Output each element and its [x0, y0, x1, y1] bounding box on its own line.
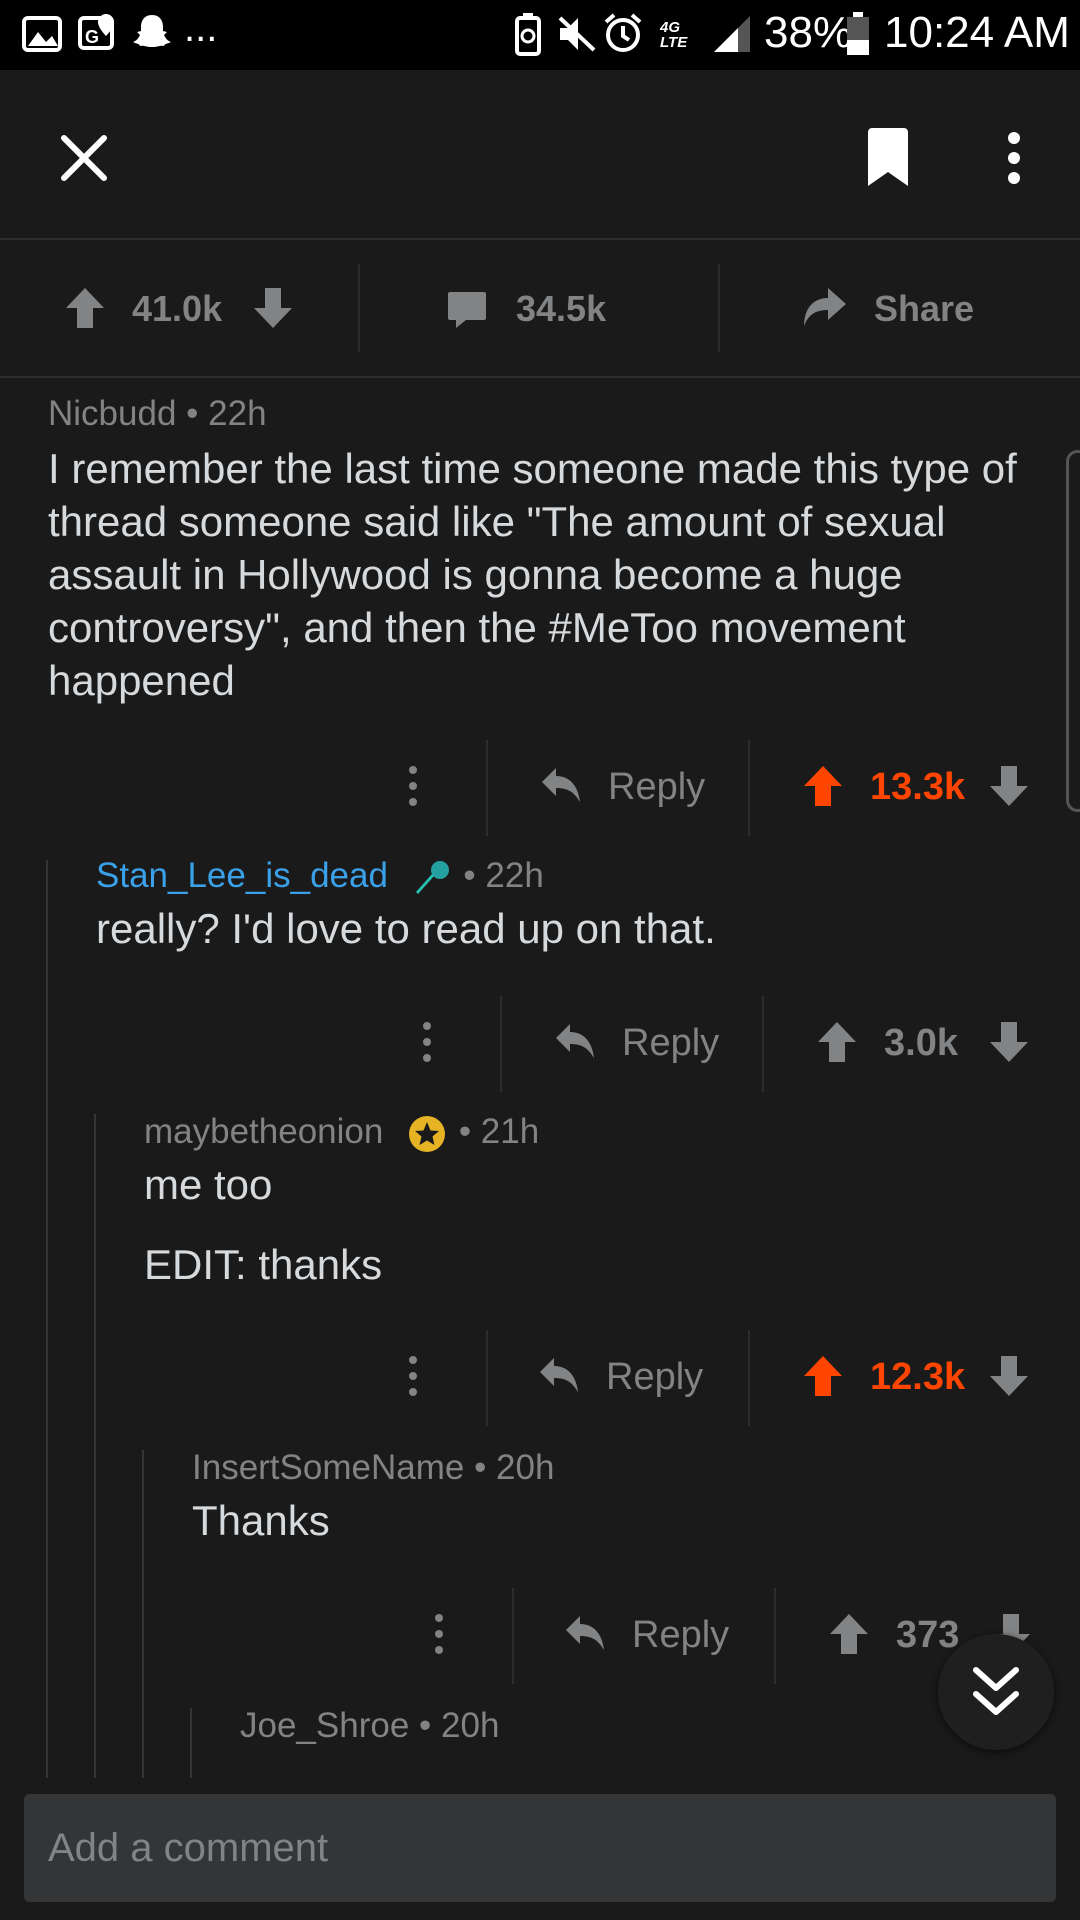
- upvote-icon[interactable]: [816, 1020, 858, 1064]
- comment-action-bar: Reply 13.3k: [0, 740, 1080, 836]
- comment-thread: Nicbudd • 22h I remember the last time s…: [0, 378, 1080, 1778]
- comment-author[interactable]: Joe_Shroe: [240, 1706, 409, 1745]
- comment-action-bar: Reply 373: [0, 1588, 1080, 1684]
- bookmark-icon[interactable]: [864, 126, 912, 188]
- comment-time: • 20h: [419, 1706, 500, 1745]
- comment-score: 373: [896, 1614, 960, 1656]
- battery-percent: 38%: [764, 8, 853, 57]
- comment-author[interactable]: Stan_Lee_is_dead: [96, 856, 388, 895]
- scrollbar[interactable]: [1066, 450, 1080, 812]
- reply-button[interactable]: Reply: [632, 1614, 729, 1657]
- close-icon[interactable]: [60, 134, 108, 182]
- comment-score: 3.0k: [884, 1022, 958, 1064]
- share-label[interactable]: Share: [874, 288, 974, 330]
- comment-body: really? I'd love to read up on that.: [96, 905, 716, 952]
- downvote-icon[interactable]: [988, 1020, 1030, 1064]
- divider: [358, 264, 360, 352]
- divider: [486, 740, 488, 836]
- upvote-icon[interactable]: [802, 764, 844, 808]
- svg-text:G: G: [85, 27, 99, 47]
- comment-body: Thanks: [192, 1497, 330, 1544]
- snapchat-icon: [133, 15, 171, 47]
- comment-time: • 20h: [474, 1448, 555, 1487]
- more-options-icon[interactable]: [408, 764, 418, 808]
- mute-icon: [558, 16, 596, 52]
- post-header: [0, 70, 1080, 240]
- comment-meta: Nicbudd • 22h: [48, 394, 267, 434]
- alarm-icon: [604, 13, 642, 52]
- star-flair-icon: [409, 1115, 446, 1152]
- share-icon[interactable]: [800, 286, 848, 330]
- comment-action-bar: Reply 12.3k: [0, 1330, 1080, 1426]
- downvote-icon[interactable]: [988, 764, 1030, 808]
- comment-composer: [0, 1778, 1080, 1920]
- thread-line: [190, 1708, 192, 1778]
- comment-meta: maybetheonion • 21h: [144, 1112, 539, 1154]
- clock: 10:24 AM: [884, 8, 1070, 57]
- signal-icon: [714, 16, 750, 52]
- more-vertical-icon[interactable]: [1004, 130, 1024, 186]
- comment-count[interactable]: 34.5k: [516, 288, 606, 330]
- upvote-icon[interactable]: [64, 286, 106, 330]
- reply-button[interactable]: Reply: [606, 1356, 703, 1399]
- gallery-icon: [22, 16, 62, 52]
- maps-icon: G: [78, 14, 114, 50]
- divider: [718, 264, 720, 352]
- comment-time: • 21h: [458, 1112, 540, 1151]
- upvote-icon[interactable]: [802, 1354, 844, 1398]
- comment-body: me too: [144, 1161, 273, 1208]
- network-type: 4G LTE: [660, 19, 688, 51]
- reply-icon[interactable]: [540, 766, 582, 804]
- status-more: ...: [184, 6, 218, 50]
- comment-meta: Stan_Lee_is_dead • 22h: [96, 856, 544, 898]
- status-bar: G ... 4G LTE 38% 10:24 AM: [0, 0, 1080, 70]
- add-comment-input[interactable]: [24, 1794, 1056, 1902]
- comment-score: 13.3k: [870, 766, 966, 808]
- comment-time: • 22h: [186, 394, 267, 433]
- battery-icon: [847, 12, 869, 55]
- comment-author[interactable]: InsertSomeName: [192, 1448, 464, 1487]
- comment-body: I remember the last time someone made th…: [48, 445, 1017, 704]
- comment-action-bar: Reply 3.0k: [0, 996, 1080, 1092]
- downvote-icon[interactable]: [988, 1354, 1030, 1398]
- double-chevron-down-icon: [973, 1667, 1019, 1715]
- post-action-bar: 41.0k 34.5k Share: [0, 240, 1080, 378]
- more-options-icon[interactable]: [422, 1020, 432, 1064]
- comment-author[interactable]: maybetheonion: [144, 1112, 383, 1151]
- downvote-icon[interactable]: [252, 286, 294, 330]
- divider: [500, 996, 502, 1092]
- more-options-icon[interactable]: [408, 1354, 418, 1398]
- upvote-icon[interactable]: [828, 1612, 870, 1656]
- comment-meta: InsertSomeName • 20h: [192, 1448, 554, 1488]
- reply-button[interactable]: Reply: [608, 766, 705, 809]
- divider: [774, 1588, 776, 1684]
- reply-icon[interactable]: [554, 1022, 596, 1060]
- reply-icon[interactable]: [538, 1356, 580, 1394]
- reply-button[interactable]: Reply: [622, 1022, 719, 1065]
- next-comment-button[interactable]: [938, 1634, 1054, 1750]
- divider: [762, 996, 764, 1092]
- post-score: 41.0k: [132, 288, 223, 329]
- battery-saver-icon: [515, 13, 541, 56]
- comment-author[interactable]: Nicbudd: [48, 394, 176, 433]
- comment-icon[interactable]: [446, 288, 488, 330]
- more-options-icon[interactable]: [434, 1612, 444, 1656]
- comment-time: • 22h: [463, 856, 544, 895]
- microphone-flair-icon: [415, 860, 449, 894]
- divider: [512, 1588, 514, 1684]
- divider: [486, 1330, 488, 1426]
- comment-edit: EDIT: thanks: [144, 1241, 383, 1288]
- comment-meta: Joe_Shroe • 20h: [240, 1706, 499, 1746]
- divider: [748, 740, 750, 836]
- divider: [748, 1330, 750, 1426]
- reply-icon[interactable]: [564, 1614, 606, 1652]
- comment-score: 12.3k: [870, 1356, 966, 1398]
